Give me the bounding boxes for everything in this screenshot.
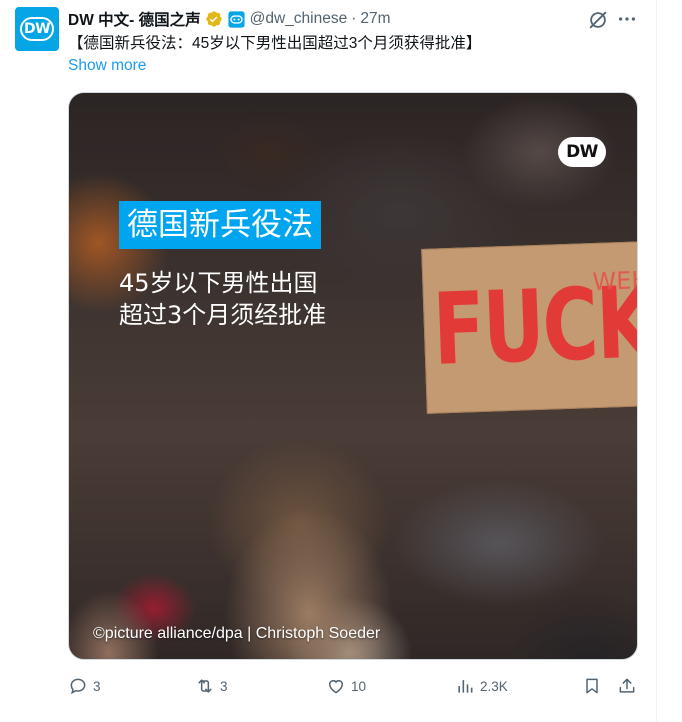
show-more-link[interactable]: Show more	[68, 56, 146, 76]
separator-dot: ·	[351, 10, 357, 27]
tweet-header: DW 中文- 德国之声 @dw_chinese · 27m	[68, 8, 391, 30]
share-icon	[619, 678, 635, 693]
affiliate-badge-icon[interactable]	[228, 10, 245, 28]
like-icon	[329, 680, 343, 694]
tweet-media-image[interactable]: FUCK WEHR PFLI DW 德国新兵役法 45岁以下男性出国 超过3个月…	[68, 92, 638, 660]
reply-count: 3	[93, 678, 101, 694]
protest-sign: FUCK WEHR PFLI	[421, 241, 638, 414]
views-button[interactable]: 2.3K	[455, 674, 508, 698]
tweet-text: 【德国新兵役法：45岁以下男性出国超过3个月须获得批准】	[68, 35, 482, 52]
handle[interactable]: @dw_chinese	[250, 10, 348, 28]
more-icon[interactable]	[616, 8, 638, 30]
action-bar: 3 3 10 2.3K	[68, 674, 642, 698]
dw-logo-icon: DW	[558, 137, 606, 167]
like-count: 10	[351, 678, 367, 694]
views-icon	[458, 680, 473, 693]
media-subheadline: 45岁以下男性出国 超过3个月须经批准	[119, 267, 326, 331]
repost-button[interactable]: 3	[195, 674, 228, 698]
media-headline: 德国新兵役法	[119, 201, 321, 249]
like-button[interactable]: 10	[326, 674, 366, 698]
media-subline-1: 45岁以下男性出国	[119, 269, 318, 297]
reply-icon	[70, 678, 86, 695]
dw-logo-icon: DW	[20, 17, 54, 41]
column-divider	[656, 0, 657, 722]
photo-credit: ©picture alliance/dpa | Christoph Soeder	[93, 625, 381, 642]
timestamp[interactable]: 27m	[360, 10, 390, 28]
grok-icon[interactable]	[587, 9, 609, 31]
avatar[interactable]: DW	[15, 7, 59, 51]
reply-button[interactable]: 3	[68, 674, 101, 698]
bookmark-icon	[586, 678, 598, 694]
display-name[interactable]: DW 中文- 德国之声	[68, 8, 201, 30]
repost-count: 3	[220, 678, 228, 694]
sign-side-text: WEHR PFLI	[591, 263, 638, 297]
share-button[interactable]	[617, 674, 637, 698]
views-count: 2.3K	[480, 678, 508, 694]
verified-badge-icon[interactable]	[205, 10, 223, 28]
bookmark-button[interactable]	[582, 674, 602, 698]
media-subline-2: 超过3个月须经批准	[119, 301, 327, 329]
repost-icon	[198, 679, 212, 693]
